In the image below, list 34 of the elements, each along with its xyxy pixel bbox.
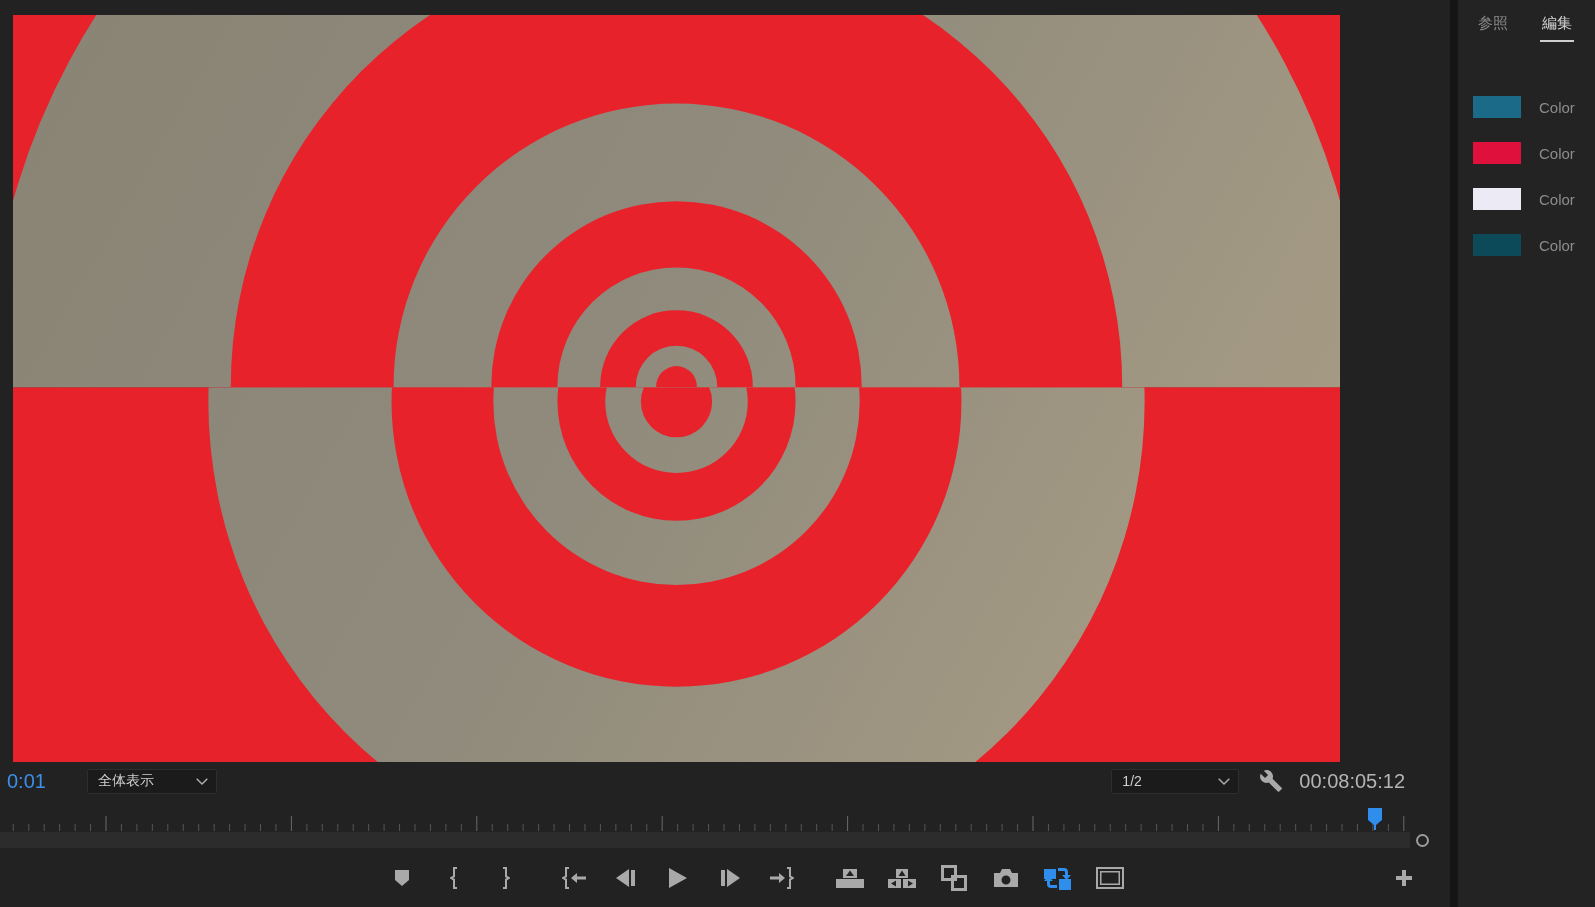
plus-icon xyxy=(1396,869,1412,886)
frame-icon xyxy=(1096,866,1124,889)
color-swatch-icon[interactable] xyxy=(1473,188,1521,210)
right-brace-icon xyxy=(502,866,510,889)
marker-icon xyxy=(395,869,409,886)
chevron-down-icon xyxy=(1218,777,1231,785)
filmstrip-icon xyxy=(941,864,967,891)
zoom-scroll-bar[interactable] xyxy=(0,832,1410,848)
swatch-label: Color xyxy=(1539,98,1575,116)
brace-left-arrow-icon xyxy=(562,866,586,889)
color-swatch-icon[interactable] xyxy=(1473,234,1521,256)
swatch-label: Color xyxy=(1539,144,1575,162)
camera-icon xyxy=(994,868,1018,887)
swatch-label: Color xyxy=(1539,190,1575,208)
playhead[interactable] xyxy=(1367,808,1382,830)
panel-tab[interactable]: 参照 xyxy=(1476,8,1510,42)
zoom-level-dropdown[interactable]: 全体表示 xyxy=(86,768,217,794)
swatch-label: Color xyxy=(1539,236,1575,254)
chevron-down-icon xyxy=(195,777,208,785)
step-back-icon xyxy=(616,868,636,887)
color-swatch-icon[interactable] xyxy=(1473,142,1521,164)
zoom-handle[interactable] xyxy=(1416,833,1429,847)
extract-icon xyxy=(888,867,916,888)
right-arrow-brace-icon xyxy=(770,866,794,889)
wrench-icon xyxy=(1260,770,1283,792)
step-forward-icon xyxy=(720,868,740,887)
play-icon xyxy=(669,867,687,888)
left-brace-icon xyxy=(450,866,458,889)
lift-icon xyxy=(836,867,864,888)
duration-timecode: 00:08:05:12 xyxy=(1299,769,1405,793)
panel-tab[interactable]: 編集 xyxy=(1540,8,1574,42)
color-swatch-icon[interactable] xyxy=(1473,96,1521,118)
resolution-dropdown[interactable]: 1/2 xyxy=(1111,768,1240,794)
current-timecode[interactable]: 0:01 xyxy=(7,769,46,793)
